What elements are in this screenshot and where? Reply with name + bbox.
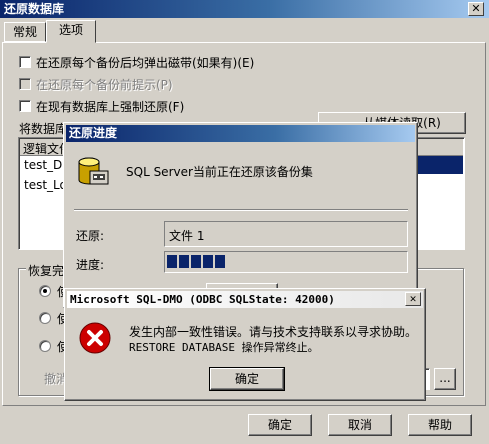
error-icon	[79, 322, 111, 354]
ok-button[interactable]: 确定	[248, 414, 312, 436]
progress-dialog-title: 还原进度	[69, 126, 118, 140]
db-files-label: 将数据库	[19, 122, 68, 136]
error-close-icon[interactable]: ✕	[405, 292, 421, 306]
restore-value: 文件 1	[169, 229, 205, 243]
progress-block	[215, 255, 225, 268]
error-message-line1: 发生内部一致性错误。请与技术支持联系以寻求协助。	[129, 325, 418, 339]
cancel-label: 取消	[347, 418, 372, 432]
force-restore-checkbox[interactable]	[19, 100, 31, 112]
progress-bar-fill	[167, 255, 227, 271]
recovery-radio-2[interactable]	[39, 312, 51, 324]
tab-general[interactable]: 常规	[4, 22, 46, 42]
progress-block	[167, 255, 177, 268]
cancel-button[interactable]: 取消	[328, 414, 392, 436]
restore-value-box: 文件 1	[164, 221, 408, 247]
progress-message: SQL Server当前正在还原该备份集	[126, 165, 313, 179]
eject-tapes-label: 在还原每个备份后均弹出磁带(如果有)(E)	[36, 56, 255, 70]
row-selection	[418, 156, 463, 174]
database-icon	[76, 155, 110, 189]
tab-general-label: 常规	[12, 25, 37, 39]
browse-button[interactable]: ...	[434, 368, 456, 390]
recovery-radio-1[interactable]	[39, 285, 51, 297]
error-ok-button[interactable]: 确定	[209, 367, 285, 391]
error-message-line2: RESTORE DATABASE 操作异常终止。	[129, 341, 319, 354]
tab-options-label: 选项	[58, 23, 83, 37]
error-dialog-titlebar: Microsoft SQL-DMO (ODBC SQLState: 42000)…	[67, 291, 423, 308]
tab-options[interactable]: 选项	[46, 20, 96, 43]
main-titlebar: 还原数据库 ✕	[0, 0, 489, 18]
error-dialog: Microsoft SQL-DMO (ODBC SQLState: 42000)…	[64, 288, 426, 401]
progress-block	[179, 255, 189, 268]
ok-label: 确定	[267, 418, 292, 432]
help-label: 帮助	[427, 418, 452, 432]
error-ok-label: 确定	[234, 372, 259, 386]
recovery-radio-3[interactable]	[39, 340, 51, 352]
progress-block	[203, 255, 213, 268]
recovery-group-label: 恢复完	[26, 262, 67, 279]
error-close-glyph: ✕	[409, 292, 417, 305]
progress-bar	[164, 251, 408, 273]
prompt-before-restore-label: 在还原每个备份前提示(P)	[36, 78, 173, 92]
browse-label: ...	[439, 371, 451, 385]
restore-label: 还原:	[76, 229, 105, 243]
progress-dialog-titlebar: 还原进度	[66, 125, 415, 142]
restore-progress-dialog: 还原进度 SQL Server当前正在还原该备份集 还原: 文件 1 进度:	[63, 122, 418, 308]
eject-tapes-checkbox[interactable]	[19, 56, 31, 68]
radio-dot	[43, 289, 47, 293]
progress-separator	[74, 209, 408, 211]
progress-label: 进度:	[76, 258, 105, 272]
prompt-before-restore-checkbox	[19, 78, 31, 90]
force-restore-label: 在现有数据库上强制还原(F)	[36, 100, 185, 114]
close-icon[interactable]: ✕	[468, 2, 484, 16]
progress-block	[191, 255, 201, 268]
error-dialog-title: Microsoft SQL-DMO (ODBC SQLState: 42000)	[70, 293, 335, 306]
window-title: 还原数据库	[4, 2, 65, 16]
help-button[interactable]: 帮助	[408, 414, 472, 436]
